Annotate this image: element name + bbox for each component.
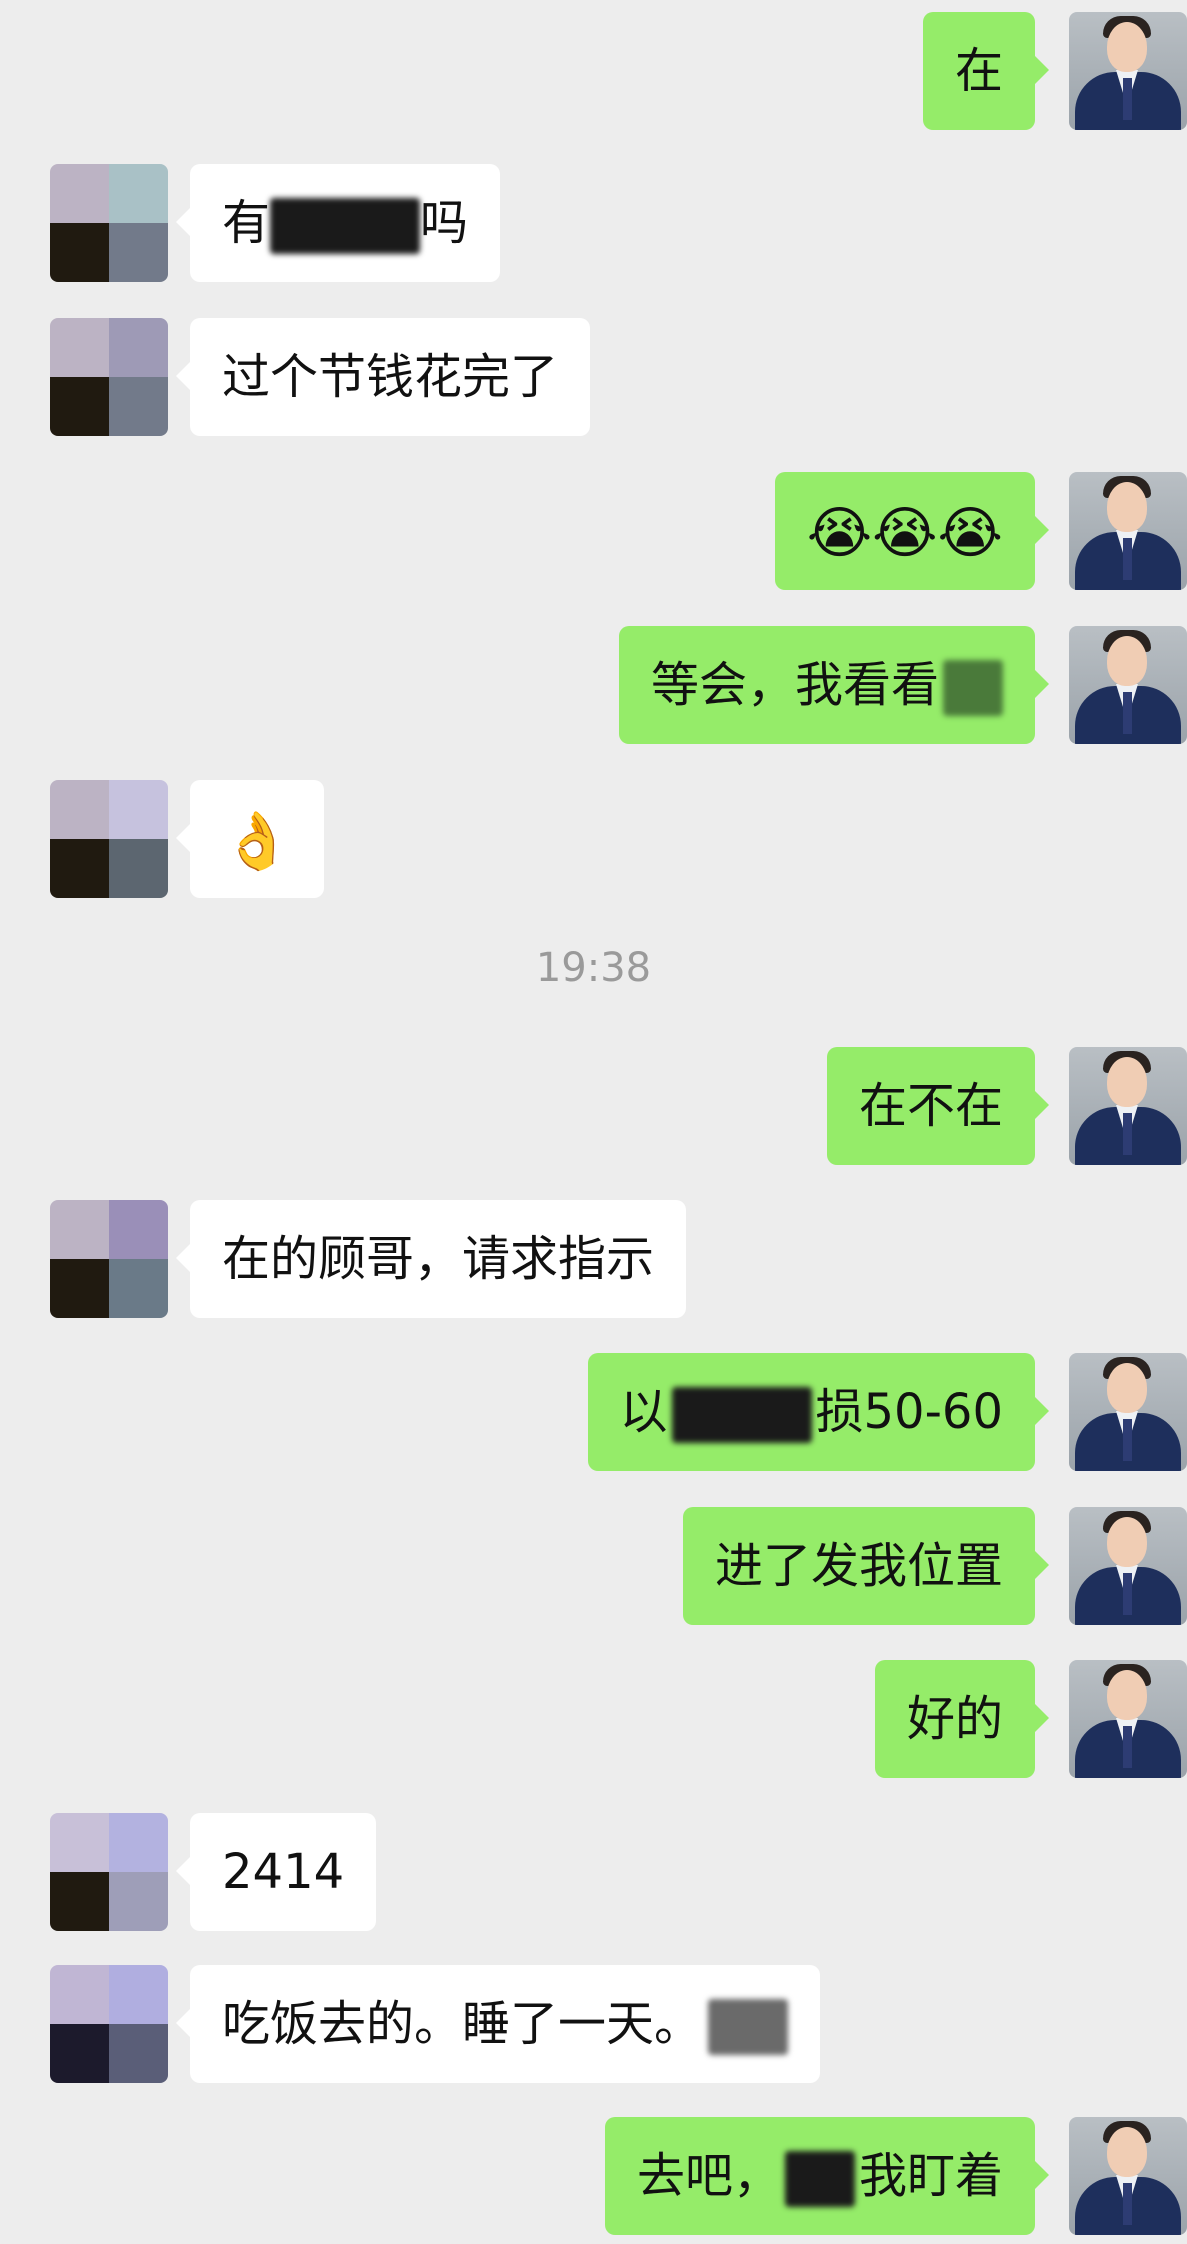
crying-emoji-icon: 😭😭😭 bbox=[806, 501, 1003, 566]
self-avatar[interactable] bbox=[1069, 472, 1187, 590]
outgoing-message-bubble[interactable]: 以 损50-60 bbox=[587, 1353, 1049, 1471]
incoming-message-bubble[interactable]: 👌 bbox=[176, 780, 324, 898]
self-avatar[interactable] bbox=[1069, 12, 1187, 130]
message-text: 吃饭去的。睡了一天。 bbox=[222, 1996, 703, 2052]
message-row: 过个节钱花完了 bbox=[0, 318, 1187, 438]
redacted-block bbox=[708, 1999, 789, 2055]
incoming-message-bubble[interactable]: 过个节钱花完了 bbox=[175, 318, 591, 436]
contact-avatar[interactable] bbox=[50, 318, 168, 436]
message-text: 过个节钱花完了 bbox=[222, 349, 559, 405]
self-avatar[interactable] bbox=[1069, 1047, 1187, 1165]
outgoing-message-bubble[interactable]: 等会，我看看 bbox=[618, 626, 1050, 744]
message-row: 在 bbox=[0, 12, 1187, 132]
self-avatar[interactable] bbox=[1069, 1353, 1187, 1471]
self-avatar[interactable] bbox=[1069, 2117, 1187, 2235]
redacted-block bbox=[784, 2151, 855, 2207]
contact-avatar[interactable] bbox=[50, 1965, 168, 2083]
message-text: 在 bbox=[954, 43, 1003, 99]
message-text: 在不在 bbox=[858, 1078, 1003, 1134]
self-avatar[interactable] bbox=[1069, 1507, 1187, 1625]
message-text: 2414 bbox=[222, 1844, 345, 1900]
message-row: 有吗 bbox=[0, 164, 1187, 284]
self-avatar[interactable] bbox=[1069, 1660, 1187, 1778]
message-text-after: 损50-60 bbox=[815, 1384, 1003, 1440]
message-row: 进了发我位置 bbox=[0, 1507, 1187, 1627]
message-row: 吃饭去的。睡了一天。 bbox=[0, 1965, 1187, 2085]
message-row: 😭😭😭 bbox=[0, 472, 1187, 592]
message-row: 👌 bbox=[0, 780, 1187, 900]
message-row: 在不在 bbox=[0, 1047, 1187, 1167]
contact-avatar[interactable] bbox=[50, 780, 168, 898]
message-text: 好的 bbox=[906, 1691, 1003, 1747]
message-text-before: 去吧， bbox=[636, 2148, 781, 2204]
message-text-after: 吗 bbox=[420, 195, 469, 251]
outgoing-message-bubble[interactable]: 😭😭😭 bbox=[774, 472, 1050, 590]
self-avatar[interactable] bbox=[1069, 626, 1187, 744]
incoming-message-bubble[interactable]: 2414 bbox=[175, 1813, 377, 1931]
message-row: 以 损50-60 bbox=[0, 1353, 1187, 1473]
message-row: 等会，我看看 bbox=[0, 626, 1187, 746]
chat-area[interactable]: 在 有吗 过个节钱花完了 😭😭😭 等会，我看看 👌 19:38 在不在 在的顾哥… bbox=[0, 0, 1187, 2244]
incoming-message-bubble[interactable]: 有吗 bbox=[175, 164, 501, 282]
message-text-after: 我盯着 bbox=[858, 2148, 1003, 2204]
incoming-message-bubble[interactable]: 在的顾哥，请求指示 bbox=[175, 1200, 687, 1318]
message-text: 进了发我位置 bbox=[714, 1538, 1003, 1594]
outgoing-message-bubble[interactable]: 进了发我位置 bbox=[682, 1507, 1050, 1625]
message-text: 在的顾哥，请求指示 bbox=[222, 1231, 655, 1287]
outgoing-message-bubble[interactable]: 在不在 bbox=[826, 1047, 1050, 1165]
message-row: 2414 bbox=[0, 1813, 1187, 1933]
contact-avatar[interactable] bbox=[50, 1813, 168, 1931]
message-row: 好的 bbox=[0, 1660, 1187, 1780]
contact-avatar[interactable] bbox=[50, 164, 168, 282]
outgoing-message-bubble[interactable]: 去吧， 我盯着 bbox=[604, 2117, 1050, 2235]
ok-hand-emoji-icon: 👌 bbox=[222, 809, 292, 874]
outgoing-message-bubble[interactable]: 在 bbox=[922, 12, 1050, 130]
outgoing-message-bubble[interactable]: 好的 bbox=[874, 1660, 1050, 1778]
message-text-before: 有 bbox=[222, 195, 271, 251]
message-text-before: 以 bbox=[619, 1384, 668, 1440]
redacted-block bbox=[943, 660, 1003, 716]
message-row: 在的顾哥，请求指示 bbox=[0, 1200, 1187, 1320]
contact-avatar[interactable] bbox=[50, 1200, 168, 1318]
incoming-message-bubble[interactable]: 吃饭去的。睡了一天。 bbox=[175, 1965, 821, 2083]
redacted-block bbox=[671, 1387, 812, 1443]
redacted-block bbox=[270, 198, 421, 254]
message-row: 去吧， 我盯着 bbox=[0, 2117, 1187, 2237]
message-timestamp: 19:38 bbox=[535, 945, 652, 991]
message-text: 等会，我看看 bbox=[650, 657, 939, 713]
